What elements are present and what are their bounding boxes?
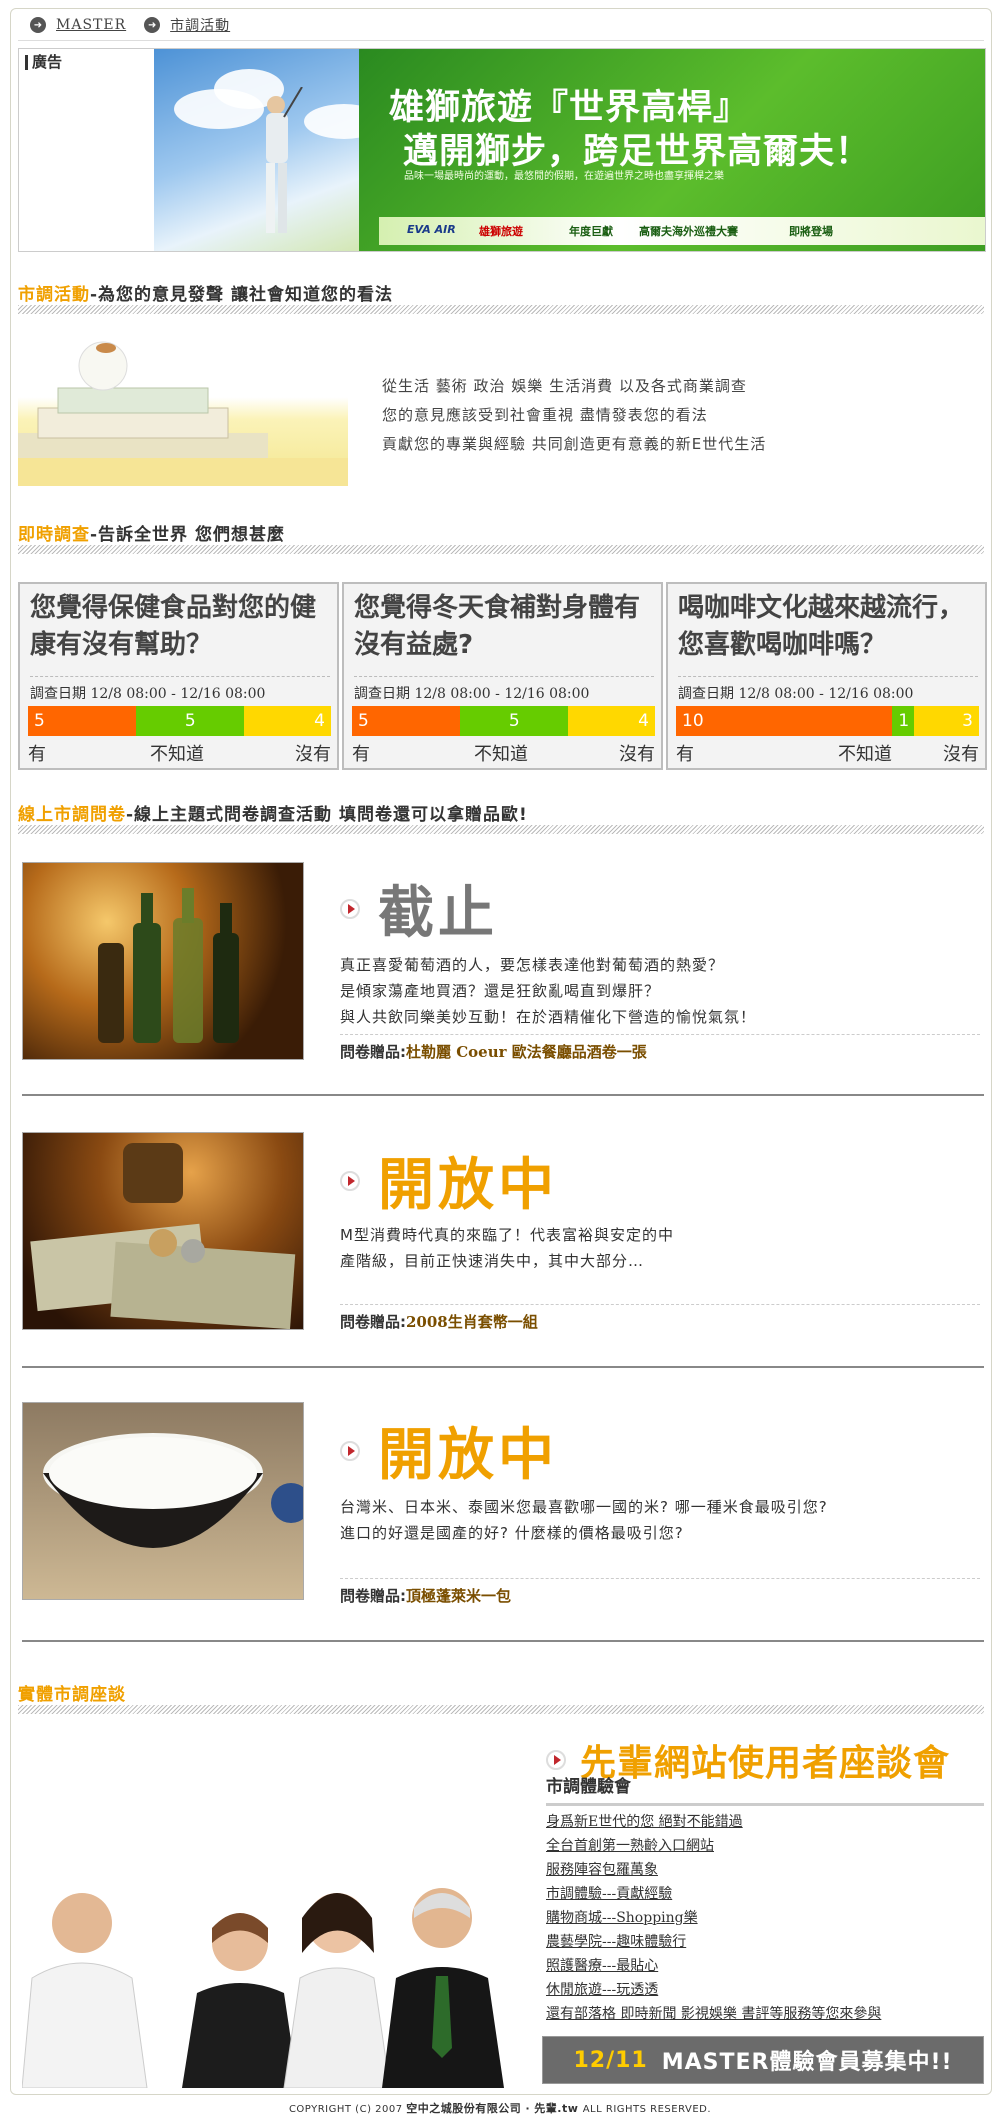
bar-unsure: 5 — [136, 706, 245, 736]
poll-result-bar: 5 5 4 — [28, 706, 331, 736]
footer-copyright: COPYRIGHT (C) 2007 空中之城股份有限公司 ‧ 先輩.tw AL… — [288, 2102, 712, 2115]
forum-link[interactable]: 還有部落格 即時新聞 影視娛樂 書評等服務等您來參與 — [546, 2002, 984, 2026]
bar-yes: 10 — [676, 706, 893, 736]
poll-card[interactable]: 您覺得冬天食補對身體有沒有益處? 調查日期 12/8 08:00 - 12/16… — [342, 582, 663, 770]
poll-result-bar: 5 5 4 — [352, 706, 655, 736]
forum-link[interactable]: 照護醫療---最貼心 — [546, 1954, 984, 1978]
poll-question: 您覺得冬天食補對身體有沒有益處? — [354, 593, 641, 660]
breadcrumb-home-link[interactable]: MASTER — [56, 17, 126, 33]
label-unsure: 不知道 — [474, 744, 528, 765]
ad-banner[interactable]: 廣告 雄獅旅遊『世界高桿』 邁開獅步，跨足世界高爾夫！ 品味一場最時尚的運動，最… — [18, 48, 986, 252]
label-unsure: 不知道 — [838, 744, 892, 765]
description-line: 是傾家蕩產地買酒？還是狂飲亂喝直到爆肝？ — [340, 982, 661, 1000]
forum-feature-list: 身爲新E世代的您 絕對不能錯過 全台首創第一熟齡入口網站 服務陣容包羅萬象 市調… — [546, 1810, 984, 2026]
survey-description: 台灣米、日本米、泰國米您最喜歡哪一國的米? 哪一種米食最吸引您? 進口的好還是國… — [340, 1494, 980, 1546]
label-yes: 有 — [352, 744, 370, 765]
label-unsure: 不知道 — [150, 744, 204, 765]
arrow-right-icon: ➜ — [144, 17, 161, 33]
label-no: 沒有 — [619, 744, 655, 765]
money-coins-image[interactable] — [22, 1132, 304, 1330]
bar-unsure: 1 — [892, 706, 915, 736]
section-title-forum: 實體市調座談 — [18, 1685, 126, 1705]
hatch-divider — [18, 545, 984, 554]
ad-tagline: 高爾夫海外巡禮大賽 — [639, 225, 738, 238]
section-title-activity: 市調活動-為您的意見發聲 讓社會知道您的看法 — [18, 285, 393, 305]
survey-status: 開放中 — [340, 1140, 558, 1221]
recruit-member-button[interactable]: 12/11 MASTER體驗會員募集中!! — [542, 2036, 984, 2084]
hatch-divider — [18, 305, 984, 314]
forum-link[interactable]: 身爲新E世代的您 絕對不能錯過 — [546, 1810, 984, 1834]
survey-status: 開放中 — [340, 1410, 558, 1491]
survey-gift: 問卷贈品:杜勒麗 Coeur 歐法餐廳品酒卷一張 — [340, 1034, 980, 1062]
arrow-right-icon: ➜ — [30, 17, 46, 33]
ad-subtitle: 品味一場最時尚的運動，最悠閒的假期，在遊遍世界之時也盡享揮桿之樂 — [404, 171, 724, 182]
section-title-online: 線上市調問卷-線上主題式問卷調查活動 填問卷還可以拿贈品歐! — [18, 805, 528, 825]
forum-link[interactable]: 市調體驗---貢獻經驗 — [546, 1882, 984, 1906]
survey-gift: 問卷贈品:2008生肖套幣一組 — [340, 1304, 980, 1332]
survey-description: M型消費時代真的來臨了！代表富裕與安定的中 產階級，目前正快速消失中，其中大部分… — [340, 1222, 980, 1274]
poll-card[interactable]: 喝咖啡文化越來越流行，您喜歡喝咖啡嗎？ 調查日期 12/8 08:00 - 12… — [666, 582, 987, 770]
activity-intro: 從生活 藝術 政治 娛樂 生活消費 以及各式商業調查 您的意見應該受到社會重視 … — [382, 372, 766, 459]
bar-no: 3 — [914, 706, 979, 736]
eva-air-logo: EVA AIR — [407, 223, 456, 236]
ad-tagline-bar: EVA AIR 雄獅旅遊 年度巨獻 高爾夫海外巡禮大賽 即將登場 — [379, 217, 985, 245]
label-yes: 有 — [676, 744, 694, 765]
forum-link[interactable]: 購物商城---Shopping樂 — [546, 1906, 984, 1930]
forum-link[interactable]: 農藝學院---趣味體驗行 — [546, 1930, 984, 1954]
description-line: 與人共飲同樂美妙互動！在於酒精催化下營造的愉悅氣氛！ — [340, 1008, 757, 1026]
poll-date: 調查日期 12/8 08:00 - 12/16 08:00 — [30, 676, 330, 703]
divider — [22, 1366, 984, 1368]
poll-result-bar: 10 1 3 — [676, 706, 979, 736]
forum-link[interactable]: 服務陣容包羅萬象 — [546, 1858, 984, 1882]
poll-date: 調查日期 12/8 08:00 - 12/16 08:00 — [678, 676, 978, 703]
bar-yes: 5 — [28, 706, 137, 736]
forum-people-image — [22, 1888, 504, 2088]
ad-label: 廣告 — [25, 55, 62, 70]
golfer-image — [266, 87, 303, 233]
bar-no: 4 — [244, 706, 331, 736]
label-yes: 有 — [28, 744, 46, 765]
play-arrow-icon — [340, 898, 360, 919]
forum-link[interactable]: 全台首創第一熟齡入口網站 — [546, 1834, 984, 1858]
intro-line: 您的意見應該受到社會重視 盡情發表您的看法 — [382, 406, 708, 424]
rice-bowl-image[interactable] — [22, 1402, 304, 1600]
label-no: 沒有 — [943, 744, 979, 765]
hatch-divider — [18, 1705, 984, 1714]
description-line: 進口的好還是國產的好? 什麼樣的價格最吸引您? — [340, 1524, 684, 1542]
divider — [18, 40, 984, 41]
bar-yes: 5 — [352, 706, 461, 736]
play-arrow-icon — [546, 1750, 566, 1770]
ad-tagline: 年度巨獻 — [569, 225, 613, 238]
poll-date: 調查日期 12/8 08:00 - 12/16 08:00 — [354, 676, 654, 703]
wine-bottles-image[interactable] — [22, 862, 304, 1060]
lion-travel-logo: 雄獅旅遊 — [479, 225, 523, 238]
survey-gift: 問卷贈品:頂極蓬萊米一包 — [340, 1578, 980, 1606]
section-title-instant: 即時調查-告訴全世界 您們想甚麼 — [18, 525, 285, 545]
poll-question: 喝咖啡文化越來越流行，您喜歡喝咖啡嗎？ — [678, 593, 965, 660]
play-arrow-icon — [340, 1440, 360, 1461]
intro-line: 貢獻您的專業與經驗 共同創造更有意義的新E世代生活 — [382, 435, 767, 453]
hatch-divider — [18, 825, 984, 834]
description-line: 產階級，目前正快速消失中，其中大部分… — [340, 1252, 645, 1270]
play-arrow-icon — [340, 1170, 360, 1191]
forum-link[interactable]: 休閒旅遊---玩透透 — [546, 1978, 984, 2002]
breadcrumb-current-link[interactable]: 市調活動 — [170, 15, 230, 35]
divider — [22, 1094, 984, 1096]
intro-line: 從生活 藝術 政治 娛樂 生活消費 以及各式商業調查 — [382, 377, 747, 395]
ad-tagline: 即將登場 — [789, 225, 833, 238]
poll-card[interactable]: 您覺得保健食品對您的健康有沒有幫助？ 調查日期 12/8 08:00 - 12/… — [18, 582, 339, 770]
forum-subtitle: 市調體驗會 — [546, 1772, 984, 1806]
breadcrumb: ➜ MASTER ➜ 市調活動 — [30, 14, 230, 36]
books-apple-image — [18, 338, 348, 486]
label-no: 沒有 — [295, 744, 331, 765]
divider — [22, 1640, 984, 1642]
bar-unsure: 5 — [460, 706, 569, 736]
survey-status: 截止 — [340, 868, 498, 949]
description-line: M型消費時代真的來臨了！代表富裕與安定的中 — [340, 1226, 674, 1244]
bar-no: 4 — [568, 706, 655, 736]
description-line: 真正喜愛葡萄酒的人，要怎樣表達他對葡萄酒的熱愛？ — [340, 956, 725, 974]
survey-description: 真正喜愛葡萄酒的人，要怎樣表達他對葡萄酒的熱愛？ 是傾家蕩產地買酒？還是狂飲亂喝… — [340, 952, 980, 1030]
poll-question: 您覺得保健食品對您的健康有沒有幫助？ — [30, 593, 317, 660]
description-line: 台灣米、日本米、泰國米您最喜歡哪一國的米? 哪一種米食最吸引您? — [340, 1498, 828, 1516]
